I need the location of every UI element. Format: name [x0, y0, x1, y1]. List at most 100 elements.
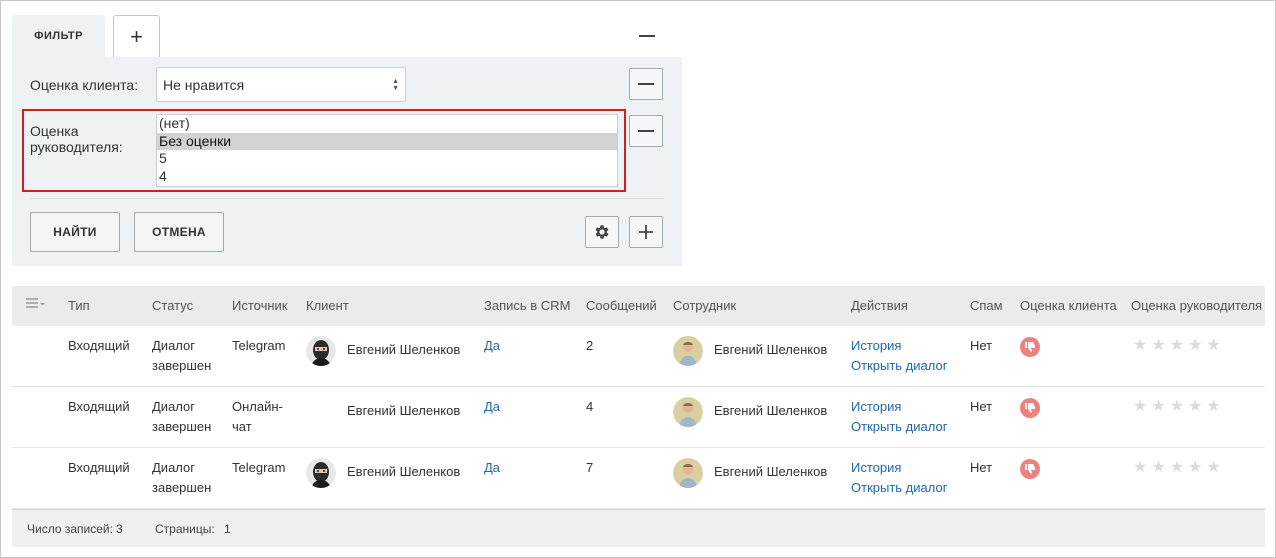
- listbox-option[interactable]: (нет): [157, 115, 617, 133]
- cell-messages: 2: [586, 338, 594, 353]
- client-rating-value: Не нравится: [163, 76, 245, 93]
- star-icon[interactable]: ★: [1151, 460, 1165, 476]
- star-icon[interactable]: ★: [1188, 399, 1202, 415]
- cell-actions: История Открыть диалог: [851, 397, 947, 437]
- cell-source: Telegram: [232, 338, 286, 353]
- col-client[interactable]: Клиент: [306, 298, 349, 313]
- cell-employee: Евгений Шеленков: [714, 403, 828, 418]
- cell-client: Евгений Шеленков: [347, 464, 461, 479]
- manager-rating-label: Оценка руководителя:: [30, 123, 123, 155]
- col-employee[interactable]: Сотрудник: [673, 298, 736, 313]
- employee-avatar: [673, 458, 703, 488]
- col-actions[interactable]: Действия: [851, 298, 908, 313]
- plus-icon: [639, 225, 653, 239]
- star-icon[interactable]: ★: [1133, 399, 1147, 415]
- pages-label: Страницы:: [155, 522, 215, 536]
- history-link[interactable]: История: [851, 458, 947, 478]
- remove-manager-rating-button[interactable]: [629, 115, 663, 147]
- client-avatar: [306, 336, 336, 366]
- col-type[interactable]: Тип: [68, 298, 90, 313]
- col-client-rating[interactable]: Оценка клиента: [1020, 298, 1117, 313]
- crm-link[interactable]: Да: [484, 458, 500, 478]
- open-dialog-link[interactable]: Открыть диалог: [851, 478, 947, 498]
- divider: [30, 198, 664, 199]
- table-row[interactable]: Входящий Диалог завершен Telegram Евгений Ше…: [12, 326, 1265, 387]
- star-icon[interactable]: ★: [1170, 460, 1184, 476]
- cell-client: Евгений Шеленков: [347, 403, 461, 418]
- manager-rating-listbox[interactable]: (нет) Без оценки 5 4: [156, 114, 618, 187]
- client-avatar: [306, 458, 336, 488]
- col-manager-rating[interactable]: Оценка руководителя: [1131, 298, 1262, 313]
- col-crm[interactable]: Запись в CRM: [484, 298, 570, 313]
- star-icon[interactable]: ★: [1206, 460, 1220, 476]
- select-arrows-icon: ▲ ▼: [392, 78, 399, 92]
- table-header: Тип Статус Источник Клиент Запись в CRM …: [12, 286, 1265, 326]
- cell-employee: Евгений Шеленков: [714, 342, 828, 357]
- cell-source: Telegram: [232, 460, 286, 475]
- listbox-option[interactable]: Без оценки: [157, 132, 617, 150]
- open-dialog-link[interactable]: Открыть диалог: [851, 356, 947, 376]
- records-count: 3: [116, 522, 123, 536]
- thumbs-down-icon[interactable]: [1020, 337, 1040, 357]
- listbox-option[interactable]: 5: [157, 150, 617, 168]
- table-row[interactable]: Входящий Диалог завершен Telegram Евгений Ше…: [12, 448, 1265, 509]
- add-field-button[interactable]: [629, 216, 663, 248]
- star-icon[interactable]: ★: [1206, 399, 1220, 415]
- column-menu-icon[interactable]: [26, 298, 46, 313]
- pages-value[interactable]: 1: [224, 522, 231, 536]
- star-icon[interactable]: ★: [1206, 338, 1220, 354]
- col-messages[interactable]: Сообщений: [586, 298, 657, 313]
- add-filter-tab-button[interactable]: +: [113, 15, 160, 57]
- history-link[interactable]: История: [851, 397, 947, 417]
- cell-status: Диалог завершен: [152, 338, 212, 373]
- cell-type: Входящий: [68, 399, 130, 414]
- manager-rating-stars[interactable]: ★ ★ ★ ★ ★: [1133, 460, 1221, 476]
- cell-status: Диалог завершен: [152, 460, 212, 495]
- star-icon[interactable]: ★: [1133, 338, 1147, 354]
- remove-client-rating-button[interactable]: [629, 68, 663, 100]
- cell-spam: Нет: [970, 460, 993, 475]
- thumbs-down-icon[interactable]: [1020, 398, 1040, 418]
- cell-spam: Нет: [970, 338, 993, 353]
- cell-type: Входящий: [68, 460, 130, 475]
- collapse-filter-button[interactable]: [632, 26, 662, 46]
- col-status[interactable]: Статус: [152, 298, 193, 313]
- settings-button[interactable]: [585, 216, 619, 248]
- star-icon[interactable]: ★: [1151, 338, 1165, 354]
- cell-actions: История Открыть диалог: [851, 336, 947, 376]
- minus-icon: [638, 83, 654, 85]
- cell-employee: Евгений Шеленков: [714, 464, 828, 479]
- crm-link[interactable]: Да: [484, 336, 500, 356]
- star-icon[interactable]: ★: [1133, 460, 1147, 476]
- history-link[interactable]: История: [851, 336, 947, 356]
- listbox-option[interactable]: 4: [157, 168, 617, 186]
- employee-avatar: [673, 336, 703, 366]
- minus-icon: [639, 35, 655, 37]
- cell-status: Диалог завершен: [152, 399, 212, 434]
- table-row[interactable]: Входящий Диалог завершен Онлайн-чат Евгений …: [12, 387, 1265, 448]
- cell-type: Входящий: [68, 338, 130, 353]
- thumbs-down-icon[interactable]: [1020, 459, 1040, 479]
- cell-source: Онлайн-чат: [232, 399, 283, 434]
- star-icon[interactable]: ★: [1151, 399, 1165, 415]
- crm-link[interactable]: Да: [484, 397, 500, 417]
- manager-rating-stars[interactable]: ★ ★ ★ ★ ★: [1133, 338, 1221, 354]
- records-label: Число записей:: [27, 522, 113, 536]
- client-rating-select[interactable]: Не нравится ▲ ▼: [156, 67, 406, 102]
- gear-icon: [595, 225, 609, 239]
- tab-filter[interactable]: ФИЛЬТР: [12, 15, 105, 57]
- manager-rating-stars[interactable]: ★ ★ ★ ★ ★: [1133, 399, 1221, 415]
- star-icon[interactable]: ★: [1170, 338, 1184, 354]
- cell-client: Евгений Шеленков: [347, 342, 461, 357]
- find-button[interactable]: НАЙТИ: [30, 212, 120, 252]
- star-icon[interactable]: ★: [1188, 460, 1202, 476]
- open-dialog-link[interactable]: Открыть диалог: [851, 417, 947, 437]
- filter-panel: Оценка клиента: Не нравится ▲ ▼ Оценка ру…: [12, 57, 682, 266]
- col-source[interactable]: Источник: [232, 298, 288, 313]
- employee-avatar: [673, 397, 703, 427]
- minus-icon: [638, 130, 654, 132]
- cancel-button[interactable]: ОТМЕНА: [134, 212, 224, 252]
- star-icon[interactable]: ★: [1188, 338, 1202, 354]
- col-spam[interactable]: Спам: [970, 298, 1003, 313]
- star-icon[interactable]: ★: [1170, 399, 1184, 415]
